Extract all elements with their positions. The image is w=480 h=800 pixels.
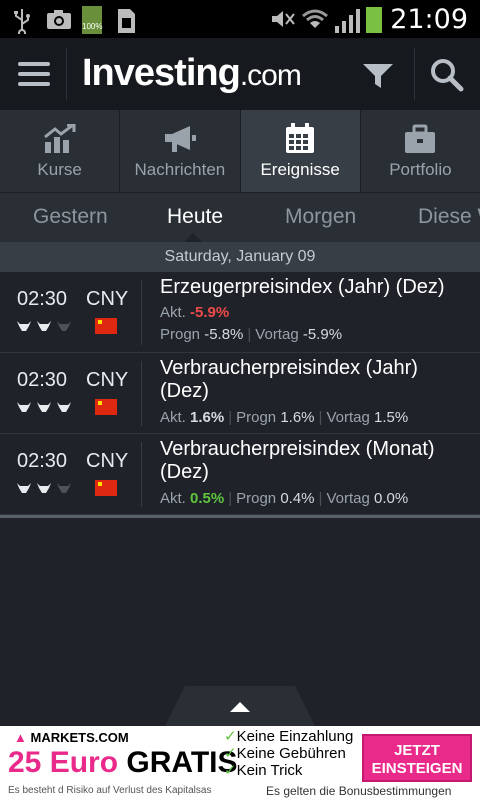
battery-icon: [366, 6, 383, 33]
actual-value: 1.6%: [190, 409, 225, 426]
event-values: Akt. -5.9%: [160, 304, 230, 321]
battery-charged-icon: 100%: [82, 6, 102, 34]
event-values: Akt. 1.6% | Progn 1.6% | Vortag 1.5%: [160, 409, 409, 426]
chevron-up-icon[interactable]: [230, 702, 250, 712]
megaphone-icon: [120, 110, 239, 154]
wifi-icon: [302, 8, 329, 32]
tab-ereignisse[interactable]: Ereignisse: [240, 110, 361, 192]
check-icon: ✓: [224, 745, 237, 762]
divider: [66, 48, 67, 100]
bull-icon-inactive: [57, 321, 71, 331]
ad-headline: 25 Euro GRATIS: [8, 746, 238, 779]
bull-icon: [37, 483, 51, 493]
event-currency: CNY: [86, 288, 129, 310]
day-selector: Gestern Heute Morgen Diese W: [0, 192, 480, 242]
status-bar: 100% 21:09: [0, 0, 480, 38]
calendar-icon: [241, 110, 360, 154]
event-values: Akt. 0.5% | Progn 0.4% | Vortag 0.0%: [160, 490, 409, 507]
event-time: 02:30: [17, 288, 68, 310]
sim-card-icon: [114, 8, 138, 33]
bull-icon: [17, 321, 31, 331]
importance-rating: [16, 320, 72, 332]
logo: Investing.com: [82, 52, 302, 94]
event-values-2: Progn -5.8% | Vortag -5.9%: [160, 326, 343, 343]
list-end-divider: [0, 515, 480, 518]
menu-icon[interactable]: [18, 62, 50, 86]
mute-icon: [270, 8, 295, 32]
actual-value: -5.9%: [190, 304, 230, 321]
day-heute[interactable]: Heute: [167, 205, 223, 229]
tab-kurse[interactable]: Kurse: [0, 110, 121, 192]
tab-portfolio[interactable]: Portfolio: [361, 110, 480, 192]
ad-disclaimer: Es besteht d Risiko auf Verlust des Kapi…: [8, 785, 212, 796]
events-list: 02:30 CNY Erzeugerpreisindex (Jahr) (Dez…: [0, 272, 480, 515]
divider: [141, 442, 142, 507]
importance-rating: [16, 401, 72, 413]
ad-benefits: ✓Keine Einzahlung ✓Keine Gebühren ✓Kein …: [224, 728, 354, 779]
actual-value: 0.5%: [190, 490, 225, 507]
divider: [414, 48, 415, 100]
event-title: Erzeugerpreisindex (Jahr) (Dez): [160, 276, 445, 298]
bull-icon-inactive: [57, 483, 71, 493]
check-icon: ✓: [224, 728, 237, 745]
china-flag-icon: [95, 480, 117, 496]
ad-banner[interactable]: ▲ MARKETS.COM 25 Euro GRATIS ✓Keine Einz…: [0, 726, 480, 800]
event-title: Verbraucherpreisindex (Jahr) (Dez): [160, 357, 418, 402]
usb-icon: [10, 8, 34, 37]
bull-icon: [17, 483, 31, 493]
event-row[interactable]: 02:30 CNY Erzeugerpreisindex (Jahr) (Dez…: [0, 272, 480, 353]
bull-icon: [17, 402, 31, 412]
briefcase-icon: [361, 110, 480, 154]
active-day-indicator: [184, 233, 202, 242]
ad-brand: ▲ MARKETS.COM: [14, 730, 129, 745]
camera-icon: [46, 8, 71, 32]
event-row[interactable]: 02:30 CNY Verbraucherpreisindex (Jahr) (…: [0, 353, 480, 434]
event-currency: CNY: [86, 450, 129, 472]
china-flag-icon: [95, 318, 117, 334]
event-currency: CNY: [86, 369, 129, 391]
day-gestern[interactable]: Gestern: [33, 205, 108, 229]
event-time: 02:30: [17, 450, 68, 472]
bull-icon: [37, 402, 51, 412]
app-bar: Investing.com: [0, 38, 480, 110]
bull-icon: [57, 402, 71, 412]
event-title: Verbraucherpreisindex (Monat) (Dez): [160, 438, 435, 483]
check-icon: ✓: [224, 762, 237, 779]
filter-icon[interactable]: [362, 62, 394, 95]
date-header: Saturday, January 09: [0, 242, 480, 272]
divider: [141, 280, 142, 345]
importance-rating: [16, 482, 72, 494]
event-row[interactable]: 02:30 CNY Verbraucherpreisindex (Monat) …: [0, 434, 480, 515]
chart-icon: [0, 110, 119, 154]
day-diese-woche[interactable]: Diese W: [418, 205, 480, 229]
clock: 21:09: [390, 4, 468, 35]
tab-nachrichten[interactable]: Nachrichten: [120, 110, 241, 192]
main-tabs: Kurse Nachrichten Ereignisse Portfolio: [0, 110, 480, 192]
search-icon[interactable]: [430, 58, 464, 97]
signal-icon: [334, 8, 361, 33]
ad-cta-button[interactable]: JETZT EINSTEIGEN: [362, 734, 472, 782]
divider: [141, 361, 142, 426]
event-time: 02:30: [17, 369, 68, 391]
bull-icon: [37, 321, 51, 331]
china-flag-icon: [95, 399, 117, 415]
ad-bonus-note: Es gelten die Bonusbestimmungen: [266, 784, 452, 798]
day-morgen[interactable]: Morgen: [285, 205, 356, 229]
